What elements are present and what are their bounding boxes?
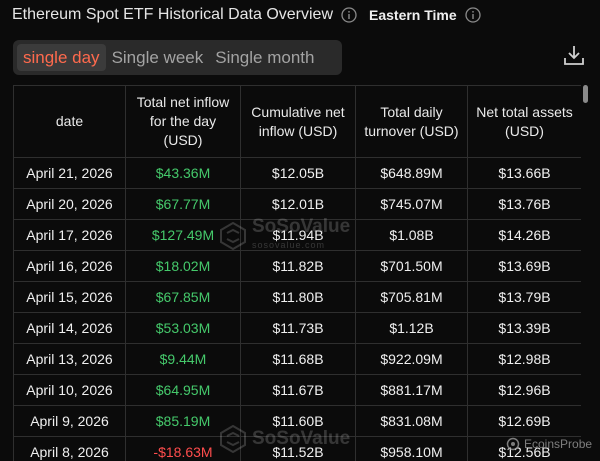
cell-date: April 10, 2026 bbox=[13, 374, 126, 406]
cell-cumulative: $11.94B bbox=[240, 219, 356, 251]
column-header-turnover: Total daily turnover (USD) bbox=[355, 85, 468, 158]
cell-net-inflow: $127.49M bbox=[125, 219, 241, 251]
column-header-date: date bbox=[13, 85, 126, 158]
cell-cumulative: $11.67B bbox=[240, 374, 356, 406]
cell-date: April 15, 2026 bbox=[13, 281, 126, 313]
cell-net-inflow: $18.02M bbox=[125, 250, 241, 282]
download-icon bbox=[563, 44, 585, 71]
cell-date: April 20, 2026 bbox=[13, 188, 126, 220]
tab-single-week[interactable]: Single week bbox=[106, 44, 210, 71]
cell-cumulative: $11.80B bbox=[240, 281, 356, 313]
cell-date: April 13, 2026 bbox=[13, 343, 126, 375]
data-table-container: date Total net inflow for the day (USD) … bbox=[13, 85, 581, 461]
cell-net-inflow: $53.03M bbox=[125, 312, 241, 344]
table-row: April 8, 2026 -$18.63M $11.52B $958.10M $12.… bbox=[13, 436, 581, 461]
cell-net-inflow: $43.36M bbox=[125, 157, 241, 189]
cell-assets: $13.79B bbox=[467, 281, 581, 313]
cell-cumulative: $12.05B bbox=[240, 157, 356, 189]
cell-turnover: $922.09M bbox=[355, 343, 468, 375]
cell-cumulative: $11.60B bbox=[240, 405, 356, 437]
cell-net-inflow: $67.85M bbox=[125, 281, 241, 313]
cell-date: April 16, 2026 bbox=[13, 250, 126, 282]
cell-assets: $14.26B bbox=[467, 219, 581, 251]
cell-net-inflow: $9.44M bbox=[125, 343, 241, 375]
cell-turnover: $701.50M bbox=[355, 250, 468, 282]
footer-brand: EcoinsProbe bbox=[506, 437, 592, 451]
cell-date: April 14, 2026 bbox=[13, 312, 126, 344]
cell-date: April 21, 2026 bbox=[13, 157, 126, 189]
cell-cumulative: $11.68B bbox=[240, 343, 356, 375]
cell-cumulative: $12.01B bbox=[240, 188, 356, 220]
header: Ethereum Spot ETF Historical Data Overvi… bbox=[12, 4, 481, 26]
cell-turnover: $881.17M bbox=[355, 374, 468, 406]
column-header-net-inflow: Total net inflow for the day (USD) bbox=[125, 85, 241, 158]
cell-turnover: $648.89M bbox=[355, 157, 468, 189]
column-header-assets: Net total assets (USD) bbox=[467, 85, 581, 158]
table-row: April 16, 2026 $18.02M $11.82B $701.50M $13.… bbox=[13, 250, 581, 282]
footer-brand-label: EcoinsProbe bbox=[524, 437, 593, 451]
table-row: April 17, 2026 $127.49M $11.94B $1.08B $14.2… bbox=[13, 219, 581, 251]
table-row: April 21, 2026 $43.36M $12.05B $648.89M $13.… bbox=[13, 157, 581, 189]
cell-assets: $13.66B bbox=[467, 157, 581, 189]
tab-single-day[interactable]: single day bbox=[17, 44, 106, 71]
cell-date: April 8, 2026 bbox=[13, 436, 126, 461]
cell-turnover: $745.07M bbox=[355, 188, 468, 220]
info-icon[interactable] bbox=[341, 7, 357, 23]
cell-date: April 9, 2026 bbox=[13, 405, 126, 437]
cell-assets: $13.39B bbox=[467, 312, 581, 344]
cell-assets: $12.96B bbox=[467, 374, 581, 406]
cell-net-inflow: $64.95M bbox=[125, 374, 241, 406]
scrollbar-thumb[interactable] bbox=[583, 85, 588, 103]
etf-data-table: date Total net inflow for the day (USD) … bbox=[13, 85, 581, 461]
download-button[interactable] bbox=[561, 44, 587, 70]
timezone-label: Eastern Time bbox=[369, 7, 457, 23]
cell-turnover: $831.08M bbox=[355, 405, 468, 437]
cell-net-inflow: -$18.63M bbox=[125, 436, 241, 461]
table-row: April 13, 2026 $9.44M $11.68B $922.09M $12.9… bbox=[13, 343, 581, 375]
cell-net-inflow: $67.77M bbox=[125, 188, 241, 220]
period-tabs: single day Single week Single month bbox=[13, 40, 342, 75]
cell-assets: $12.69B bbox=[467, 405, 581, 437]
cell-assets: $13.69B bbox=[467, 250, 581, 282]
table-row: April 14, 2026 $53.03M $11.73B $1.12B $13.39… bbox=[13, 312, 581, 344]
cell-turnover: $1.08B bbox=[355, 219, 468, 251]
table-row: April 20, 2026 $67.77M $12.01B $745.07M $13.… bbox=[13, 188, 581, 220]
cell-turnover: $705.81M bbox=[355, 281, 468, 313]
cell-cumulative: $11.52B bbox=[240, 436, 356, 461]
timezone-info-icon[interactable] bbox=[465, 7, 481, 23]
cell-assets: $12.98B bbox=[467, 343, 581, 375]
table-row: April 10, 2026 $64.95M $11.67B $881.17M $12.… bbox=[13, 374, 581, 406]
table-scrollbar[interactable] bbox=[583, 85, 589, 461]
ecoinsprobe-logo-icon bbox=[506, 437, 520, 451]
column-header-cumulative: Cumulative net inflow (USD) bbox=[240, 85, 356, 158]
cell-net-inflow: $85.19M bbox=[125, 405, 241, 437]
table-row: April 9, 2026 $85.19M $11.60B $831.08M $12.6… bbox=[13, 405, 581, 437]
cell-cumulative: $11.73B bbox=[240, 312, 356, 344]
tab-single-month[interactable]: Single month bbox=[209, 44, 320, 71]
page-title: Ethereum Spot ETF Historical Data Overvi… bbox=[12, 6, 333, 23]
cell-assets: $13.76B bbox=[467, 188, 581, 220]
cell-turnover: $1.12B bbox=[355, 312, 468, 344]
cell-date: April 17, 2026 bbox=[13, 219, 126, 251]
table-header-row: date Total net inflow for the day (USD) … bbox=[13, 85, 581, 158]
cell-turnover: $958.10M bbox=[355, 436, 468, 461]
table-row: April 15, 2026 $67.85M $11.80B $705.81M $13.… bbox=[13, 281, 581, 313]
cell-cumulative: $11.82B bbox=[240, 250, 356, 282]
